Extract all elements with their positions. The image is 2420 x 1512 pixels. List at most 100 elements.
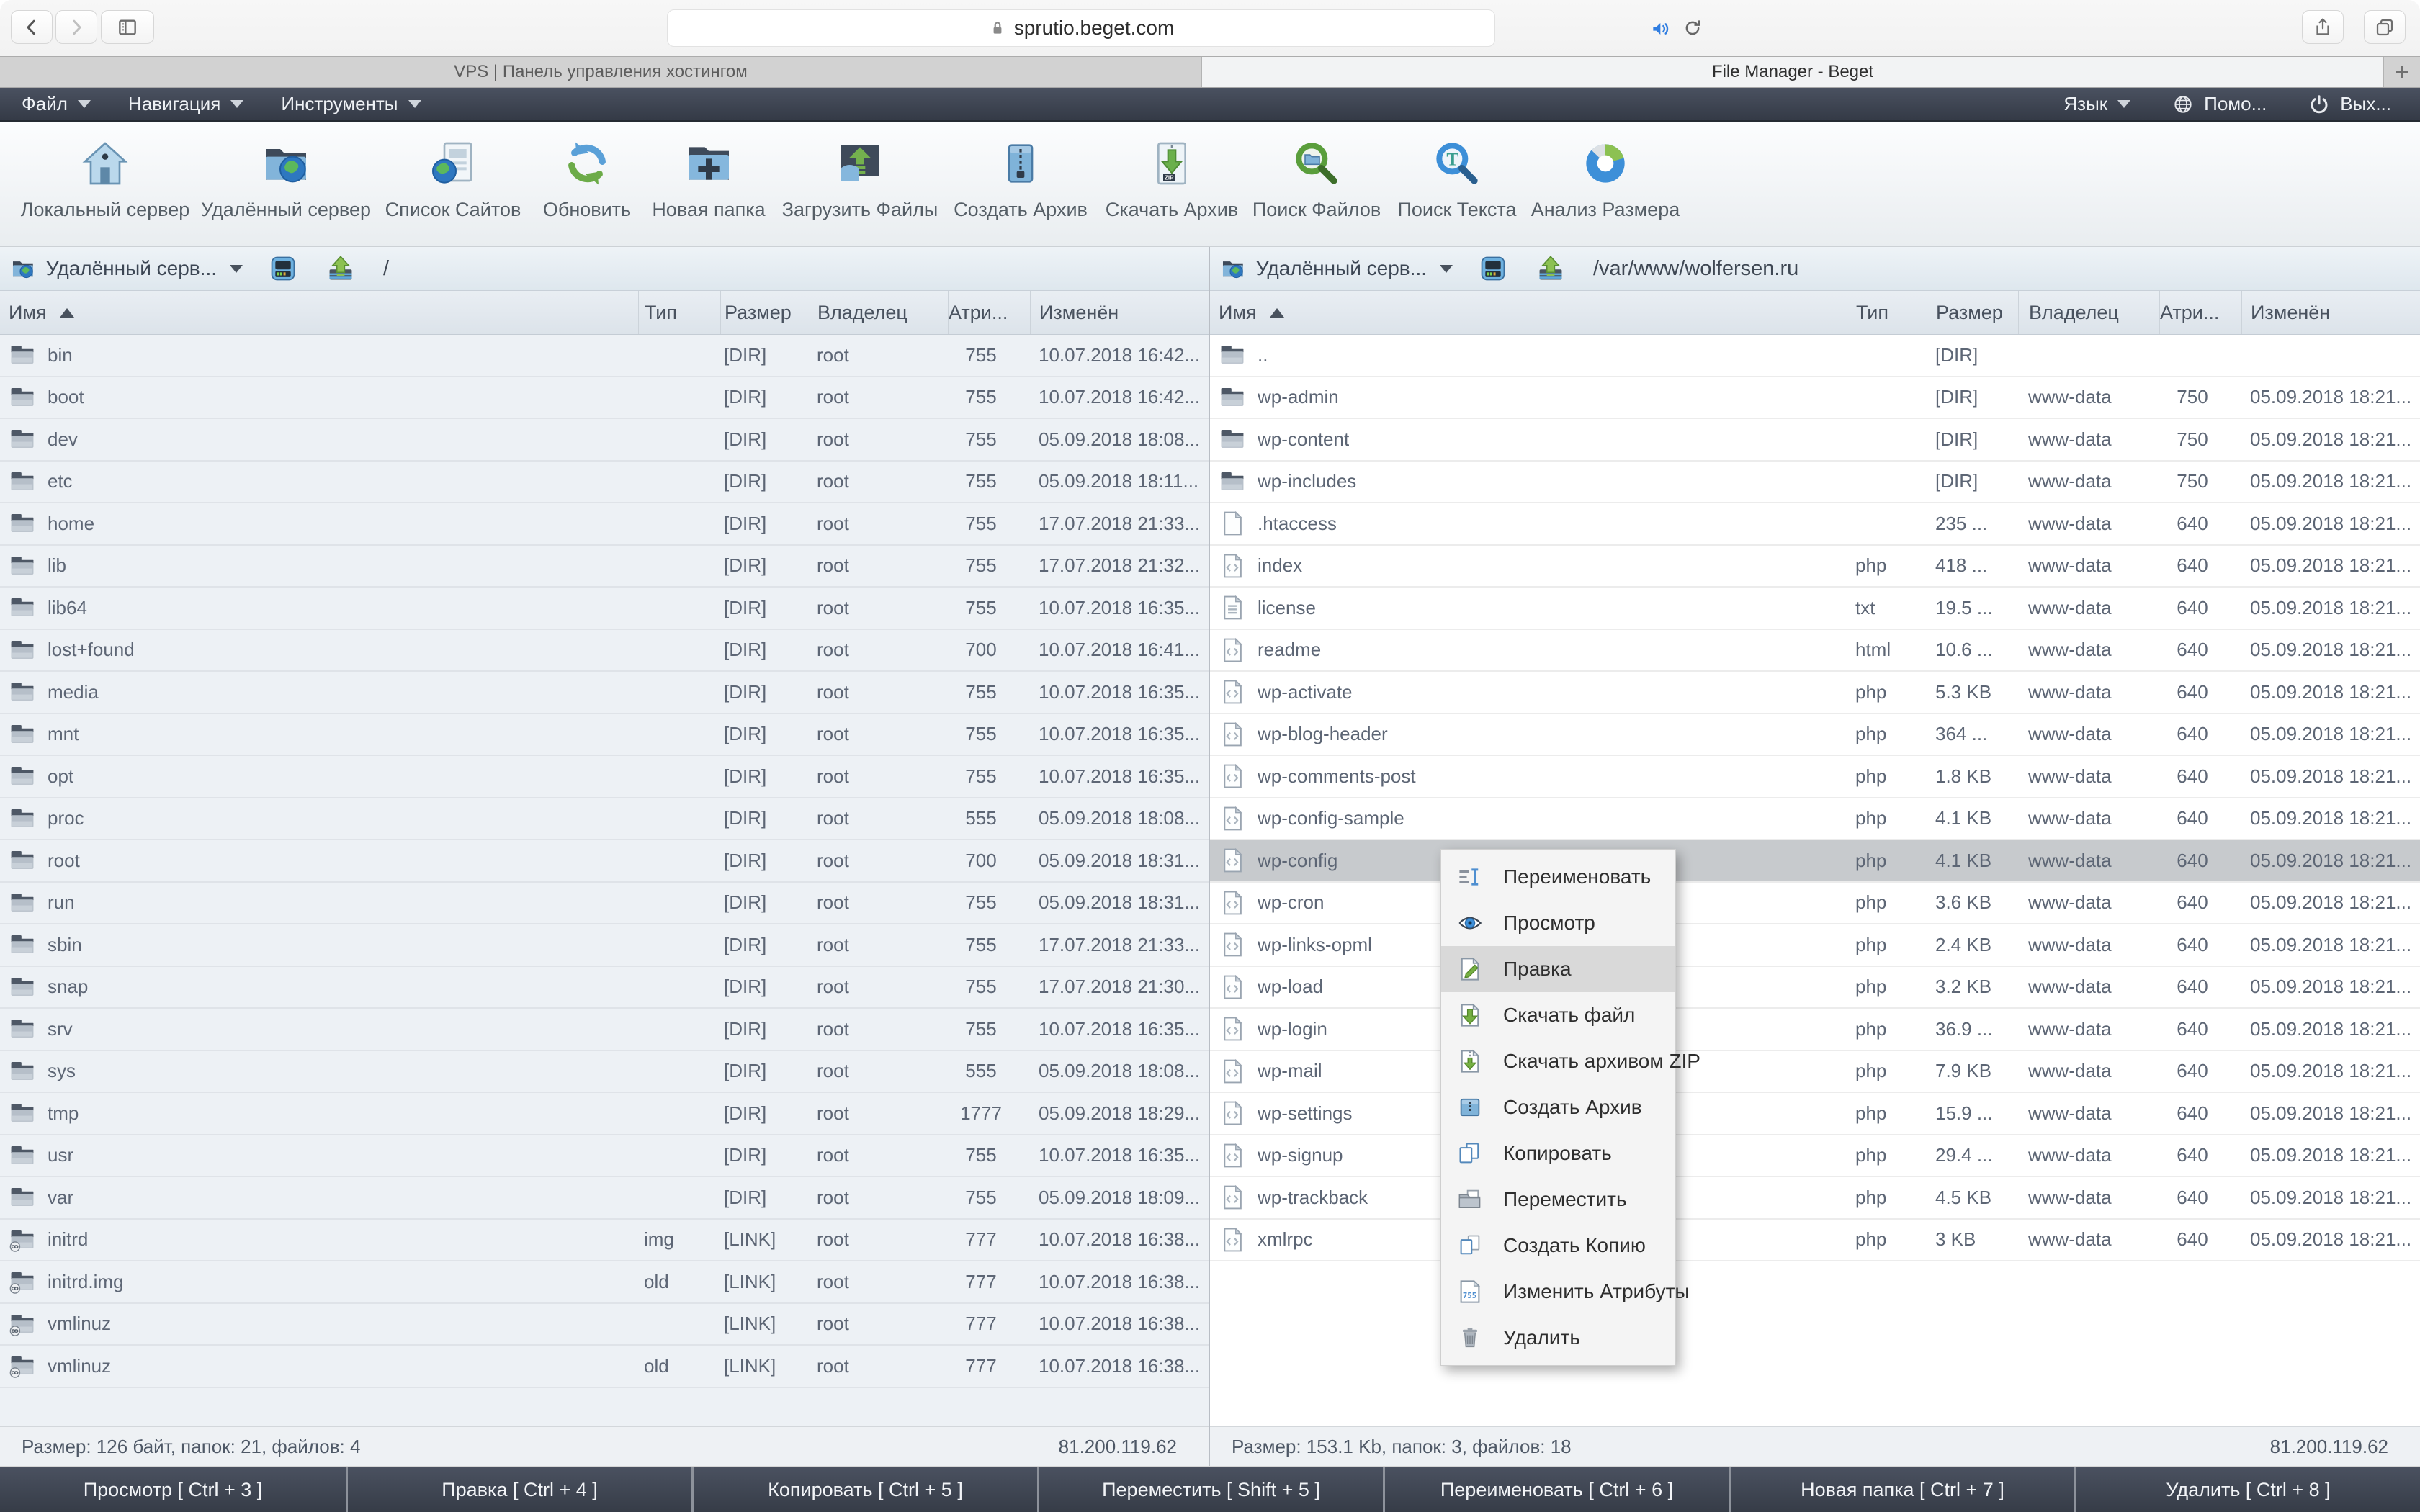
- back-button[interactable]: [11, 10, 53, 44]
- tab-file-manager[interactable]: File Manager - Beget: [1202, 57, 2384, 87]
- column-header-name[interactable]: Имя: [1210, 291, 1850, 334]
- file-row[interactable]: var[DIR]root75505.09.2018 18:09...: [0, 1177, 1209, 1220]
- file-row[interactable]: boot[DIR]root75510.07.2018 16:42...: [0, 377, 1209, 420]
- sidebar-toggle-button[interactable]: [101, 10, 154, 44]
- column-header-size[interactable]: Размер: [720, 291, 807, 334]
- file-row[interactable]: readmehtml10.6 ...www-data64005.09.2018 …: [1210, 630, 2420, 672]
- disk-root-button[interactable]: [1479, 255, 1507, 282]
- context-menu-item-duplicate[interactable]: Создать Копию: [1441, 1223, 1675, 1269]
- fn-button-6[interactable]: Переместить [ Shift + 5 ]: [1037, 1467, 1383, 1512]
- tabs-overview-button[interactable]: [2364, 10, 2406, 44]
- file-row[interactable]: wp-signupphp29.4 ...www-data64005.09.201…: [1210, 1135, 2420, 1178]
- file-row[interactable]: tmp[DIR]root177705.09.2018 18:29...: [0, 1093, 1209, 1135]
- file-row[interactable]: initrdimg[LINK]root77710.07.2018 16:38..…: [0, 1220, 1209, 1262]
- toolbar-item-local-server[interactable]: Локальный сервер: [19, 140, 192, 221]
- file-row[interactable]: sbin[DIR]root75517.07.2018 21:33...: [0, 924, 1209, 967]
- reload-icon[interactable]: [1682, 17, 1703, 39]
- file-row[interactable]: root[DIR]root70005.09.2018 18:31...: [0, 840, 1209, 883]
- file-row[interactable]: wp-loginphp36.9 ...www-data64005.09.2018…: [1210, 1009, 2420, 1051]
- file-row[interactable]: mnt[DIR]root75510.07.2018 16:35...: [0, 714, 1209, 757]
- context-menu-item-download-zip[interactable]: Скачать архивом ZIP: [1441, 1038, 1675, 1084]
- file-row[interactable]: bin[DIR]root75510.07.2018 16:42...: [0, 335, 1209, 377]
- file-row[interactable]: wp-config-samplephp4.1 KBwww-data64005.0…: [1210, 798, 2420, 841]
- file-row[interactable]: wp-activatephp5.3 KBwww-data64005.09.201…: [1210, 672, 2420, 714]
- file-row[interactable]: wp-links-opmlphp2.4 KBwww-data64005.09.2…: [1210, 924, 2420, 967]
- menu-file[interactable]: Файл: [22, 93, 91, 115]
- column-header-attrs[interactable]: Атри...: [2159, 291, 2241, 334]
- file-row[interactable]: usr[DIR]root75510.07.2018 16:35...: [0, 1135, 1209, 1178]
- toolbar-item-size-analysis[interactable]: Анализ Размера: [1519, 140, 1692, 221]
- fn-button-9[interactable]: Удалить [ Ctrl + 8 ]: [2074, 1467, 2420, 1512]
- file-row[interactable]: wp-cronphp3.6 KBwww-data64005.09.2018 18…: [1210, 883, 2420, 925]
- tab-vps-panel[interactable]: VPS | Панель управления хостингом: [0, 57, 1202, 87]
- context-menu-item-edit[interactable]: Правка: [1441, 946, 1675, 992]
- file-row[interactable]: licensetxt19.5 ...www-data64005.09.2018 …: [1210, 588, 2420, 630]
- file-row[interactable]: wp-admin[DIR]www-data75005.09.2018 18:21…: [1210, 377, 2420, 420]
- column-header-type[interactable]: Тип: [638, 291, 720, 334]
- file-row[interactable]: etc[DIR]root75505.09.2018 18:11...: [0, 462, 1209, 504]
- file-row[interactable]: dev[DIR]root75505.09.2018 18:08...: [0, 419, 1209, 462]
- new-tab-button[interactable]: +: [2384, 57, 2420, 87]
- file-row[interactable]: wp-blog-headerphp364 ...www-data64005.09…: [1210, 714, 2420, 757]
- file-row[interactable]: xmlrpcphp3 KBwww-data64005.09.2018 18:21…: [1210, 1220, 2420, 1262]
- context-menu-item-delete[interactable]: Удалить: [1441, 1315, 1675, 1361]
- file-row[interactable]: media[DIR]root75510.07.2018 16:35...: [0, 672, 1209, 714]
- home-dir-button[interactable]: [1537, 255, 1564, 282]
- file-row[interactable]: wp-content[DIR]www-data75005.09.2018 18:…: [1210, 419, 2420, 462]
- column-header-modified[interactable]: Изменён: [1030, 291, 1209, 334]
- toolbar-item-new-folder[interactable]: Новая папка: [622, 140, 795, 221]
- file-row[interactable]: lib[DIR]root75517.07.2018 21:32...: [0, 546, 1209, 588]
- column-header-size[interactable]: Размер: [1932, 291, 2018, 334]
- menu-tools[interactable]: Инструменты: [281, 93, 421, 115]
- file-row[interactable]: wp-configphp4.1 KBwww-data64005.09.2018 …: [1210, 840, 2420, 883]
- file-row[interactable]: .htaccess235 ...www-data64005.09.2018 18…: [1210, 503, 2420, 546]
- file-row[interactable]: vmlinuzold[LINK]root77710.07.2018 16:38.…: [0, 1346, 1209, 1388]
- fn-button-7[interactable]: Переименовать [ Ctrl + 6 ]: [1383, 1467, 1729, 1512]
- file-row[interactable]: snap[DIR]root75517.07.2018 21:30...: [0, 967, 1209, 1009]
- menu-language[interactable]: Язык: [2063, 93, 2130, 115]
- column-header-modified[interactable]: Изменён: [2241, 291, 2420, 334]
- toolbar-item-remote-server[interactable]: Удалённый сервер: [200, 140, 372, 221]
- file-row[interactable]: initrd.imgold[LINK]root77710.07.2018 16:…: [0, 1261, 1209, 1304]
- context-menu-item-attributes[interactable]: 755Изменить Атрибуты: [1441, 1269, 1675, 1315]
- file-row[interactable]: indexphp418 ...www-data64005.09.2018 18:…: [1210, 546, 2420, 588]
- file-row[interactable]: srv[DIR]root75510.07.2018 16:35...: [0, 1009, 1209, 1051]
- file-row[interactable]: wp-includes[DIR]www-data75005.09.2018 18…: [1210, 462, 2420, 504]
- fn-button-4[interactable]: Правка [ Ctrl + 4 ]: [346, 1467, 691, 1512]
- file-row[interactable]: home[DIR]root75517.07.2018 21:33...: [0, 503, 1209, 546]
- file-row[interactable]: lost+found[DIR]root70010.07.2018 16:41..…: [0, 630, 1209, 672]
- menu-navigation[interactable]: Навигация: [128, 93, 243, 115]
- file-row[interactable]: wp-comments-postphp1.8 KBwww-data64005.0…: [1210, 756, 2420, 798]
- toolbar-item-search-text[interactable]: TПоиск Текста: [1371, 140, 1543, 221]
- source-select-left[interactable]: Удалённый серв...: [0, 247, 243, 290]
- file-row[interactable]: ..[DIR]: [1210, 335, 2420, 377]
- file-row[interactable]: sys[DIR]root55505.09.2018 18:08...: [0, 1051, 1209, 1094]
- column-header-attrs[interactable]: Атри...: [948, 291, 1030, 334]
- context-menu-item-copy[interactable]: Копировать: [1441, 1130, 1675, 1176]
- column-header-owner[interactable]: Владелец: [807, 291, 948, 334]
- toolbar-item-upload-files[interactable]: Загрузить Файлы: [774, 140, 946, 221]
- context-menu-item-rename[interactable]: Переименовать: [1441, 854, 1675, 900]
- menu-help[interactable]: Помо...: [2172, 93, 2267, 115]
- file-row[interactable]: proc[DIR]root55505.09.2018 18:08...: [0, 798, 1209, 841]
- context-menu-item-download-file[interactable]: Скачать файл: [1441, 992, 1675, 1038]
- file-row[interactable]: wp-loadphp3.2 KBwww-data64005.09.2018 18…: [1210, 967, 2420, 1009]
- menu-logout[interactable]: Вых...: [2308, 93, 2391, 115]
- file-row[interactable]: run[DIR]root75505.09.2018 18:31...: [0, 883, 1209, 925]
- fn-button-3[interactable]: Просмотр [ Ctrl + 3 ]: [0, 1467, 346, 1512]
- file-row[interactable]: lib64[DIR]root75510.07.2018 16:35...: [0, 588, 1209, 630]
- column-header-type[interactable]: Тип: [1850, 291, 1932, 334]
- column-header-owner[interactable]: Владелец: [2018, 291, 2159, 334]
- forward-button[interactable]: [55, 10, 97, 44]
- address-bar[interactable]: sprutio.beget.com: [667, 9, 1495, 47]
- file-row[interactable]: opt[DIR]root75510.07.2018 16:35...: [0, 756, 1209, 798]
- context-menu-item-move[interactable]: Переместить: [1441, 1176, 1675, 1223]
- toolbar-item-create-archive[interactable]: Создать Архив: [934, 140, 1107, 221]
- file-row[interactable]: wp-settingsphp15.9 ...www-data64005.09.2…: [1210, 1093, 2420, 1135]
- file-row[interactable]: wp-mailphp7.9 KBwww-data64005.09.2018 18…: [1210, 1051, 2420, 1094]
- fn-button-5[interactable]: Копировать [ Ctrl + 5 ]: [691, 1467, 1037, 1512]
- file-row[interactable]: vmlinuz[LINK]root77710.07.2018 16:38...: [0, 1304, 1209, 1346]
- home-dir-button[interactable]: [327, 255, 354, 282]
- share-button[interactable]: [2302, 10, 2344, 44]
- source-select-right[interactable]: Удалённый серв...: [1210, 247, 1453, 290]
